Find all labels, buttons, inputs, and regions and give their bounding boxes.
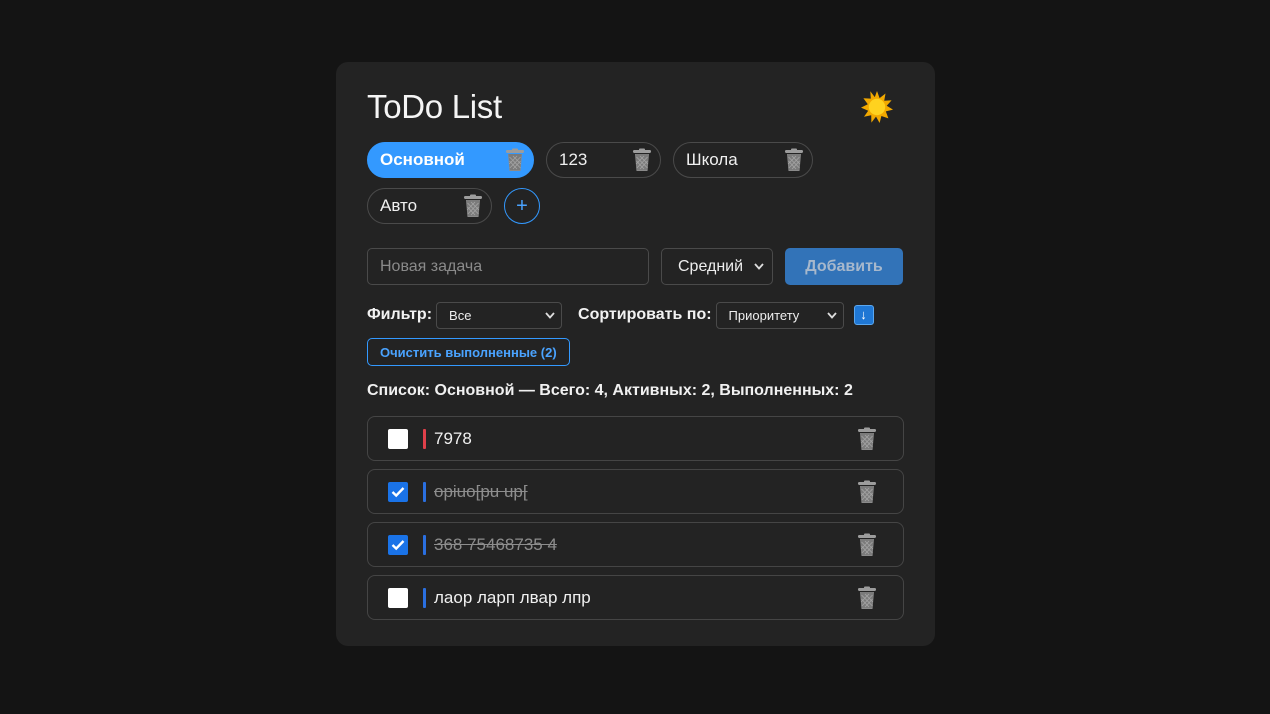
chevron-down-icon [826,311,837,319]
task-item: 7978 [367,416,904,461]
new-task-input[interactable] [367,248,649,285]
header: ToDo List [367,62,904,146]
add-list-button[interactable]: + [504,188,540,224]
priority-indicator [423,587,426,608]
priority-select[interactable]: Средний [661,248,773,285]
priority-select-value: Средний [678,257,744,275]
priority-indicator [423,428,426,449]
theme-toggle-button[interactable] [860,90,894,124]
task-item: 368 75468735 4 [367,522,904,567]
filter-sort-controls: Фильтр: Все Сортировать по: Приоритету ↓ [367,301,904,329]
trash-icon[interactable] [505,148,525,172]
list-tab-avto[interactable]: Авто [367,188,492,224]
task-text[interactable]: 368 75468735 4 [434,535,557,555]
task-checkbox[interactable] [388,428,408,449]
add-task-row: Средний Добавить [367,248,904,285]
task-text[interactable]: лаор ларп лвар лпр [434,588,591,608]
sort-direction-button[interactable]: ↓ [853,305,874,325]
sun-icon [861,91,893,123]
task-text[interactable]: 7978 [434,429,472,449]
trash-icon[interactable] [857,586,877,610]
task-checkbox[interactable] [388,481,408,502]
list-tab-123[interactable]: 123 [546,142,661,178]
checkmark-icon [391,486,405,497]
todo-card: ToDo List Основной 123 Школа Авто + Нова… [336,62,935,646]
list-tab-osnovnoy[interactable]: Основной [367,142,534,178]
chevron-down-icon [754,263,764,270]
add-task-button[interactable]: Добавить [785,248,903,285]
priority-indicator [423,534,426,555]
task-list: 7978 opiuo[pu up[ 368 75468735 4 лаор ла… [367,416,904,620]
list-tab-label: Авто [380,196,418,215]
checkmark-icon [391,539,405,550]
filter-select[interactable]: Все [436,301,563,329]
app-title: ToDo List [367,88,502,125]
list-tabs: Основной 123 Школа Авто + [367,142,907,224]
filter-label: Фильтр: [367,306,433,323]
list-tab-shkola[interactable]: Школа [673,142,813,178]
list-summary: Список: Основной — Всего: 4, Активных: 2… [367,382,853,399]
sort-label: Сортировать по: [578,306,712,323]
sort-select[interactable]: Приоритету [715,301,844,329]
trash-icon[interactable] [857,480,877,504]
chevron-down-icon [545,311,555,319]
task-checkbox[interactable] [388,534,408,555]
sort-select-value: Приоритету [728,307,800,323]
filter-select-value: Все [449,307,472,323]
list-tab-label: 123 [559,150,588,169]
clear-completed-button[interactable]: Очистить выполненные (2) [367,338,570,366]
task-item: лаор ларп лвар лпр [367,575,904,620]
trash-icon[interactable] [463,194,483,218]
list-tab-label: Школа [686,150,738,169]
task-text[interactable]: opiuo[pu up[ [434,482,528,502]
task-item: opiuo[pu up[ [367,469,904,514]
trash-icon[interactable] [857,533,877,557]
trash-icon[interactable] [632,148,652,172]
trash-icon[interactable] [857,427,877,451]
priority-indicator [423,481,426,502]
trash-icon[interactable] [784,148,804,172]
task-checkbox[interactable] [388,587,408,608]
list-tab-label: Основной [380,150,465,169]
